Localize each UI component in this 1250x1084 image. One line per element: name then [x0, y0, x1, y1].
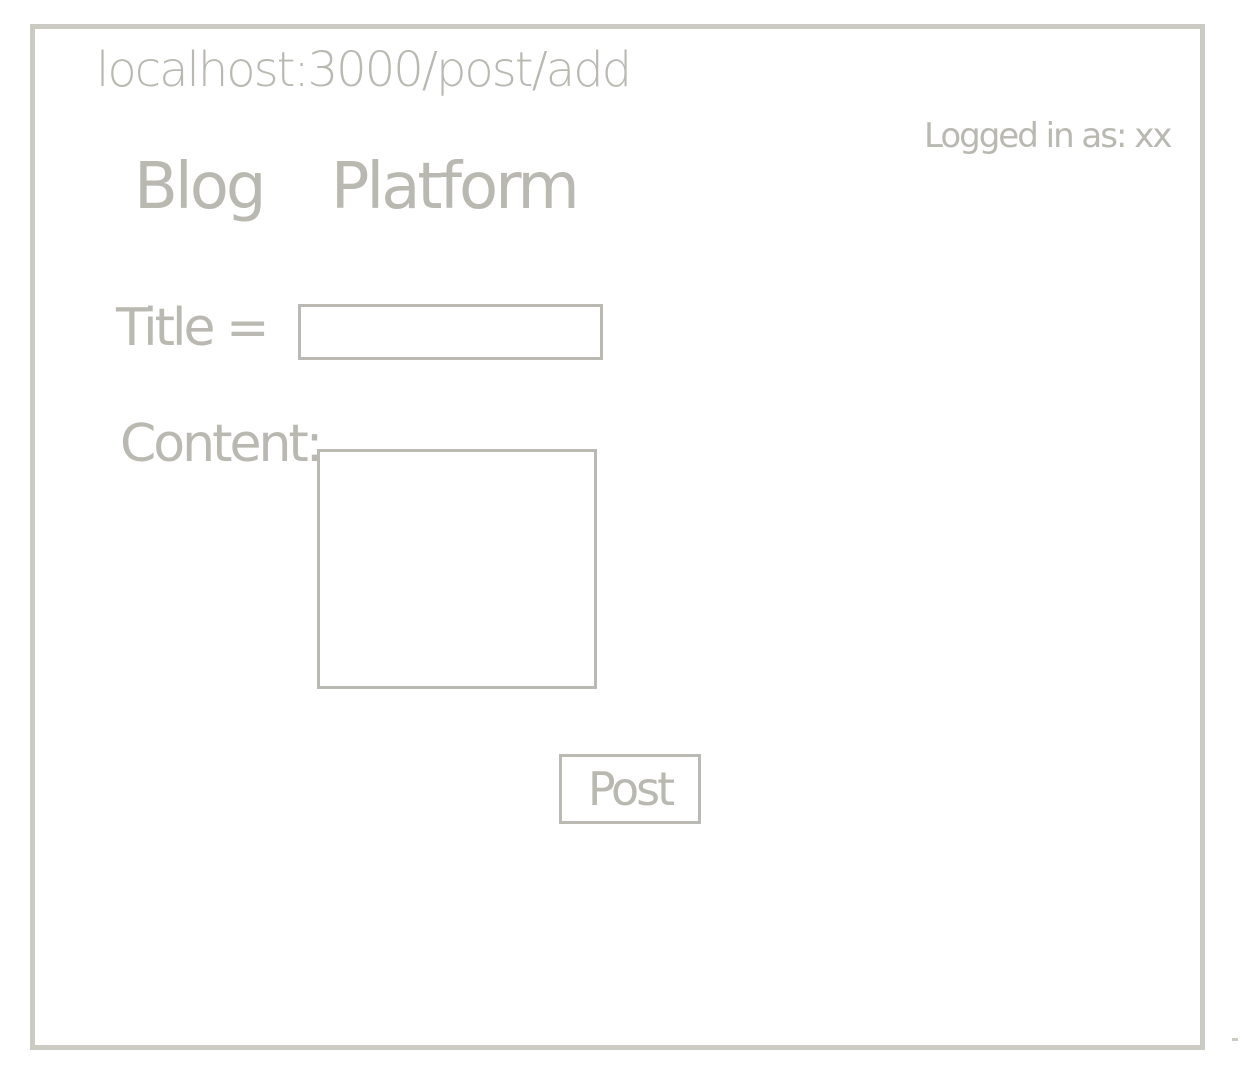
app-title: Blog Platform: [134, 150, 580, 224]
title-label: Title =: [116, 298, 270, 358]
content-label: Content:: [120, 414, 323, 474]
stray-mark: [1232, 1038, 1238, 1041]
content-textarea[interactable]: [317, 449, 597, 689]
address-bar-url: localhost:3000/post/add: [96, 42, 632, 98]
post-button[interactable]: Post: [559, 754, 701, 824]
title-input[interactable]: [298, 304, 603, 360]
login-status: Logged in as: xx: [924, 116, 1172, 156]
